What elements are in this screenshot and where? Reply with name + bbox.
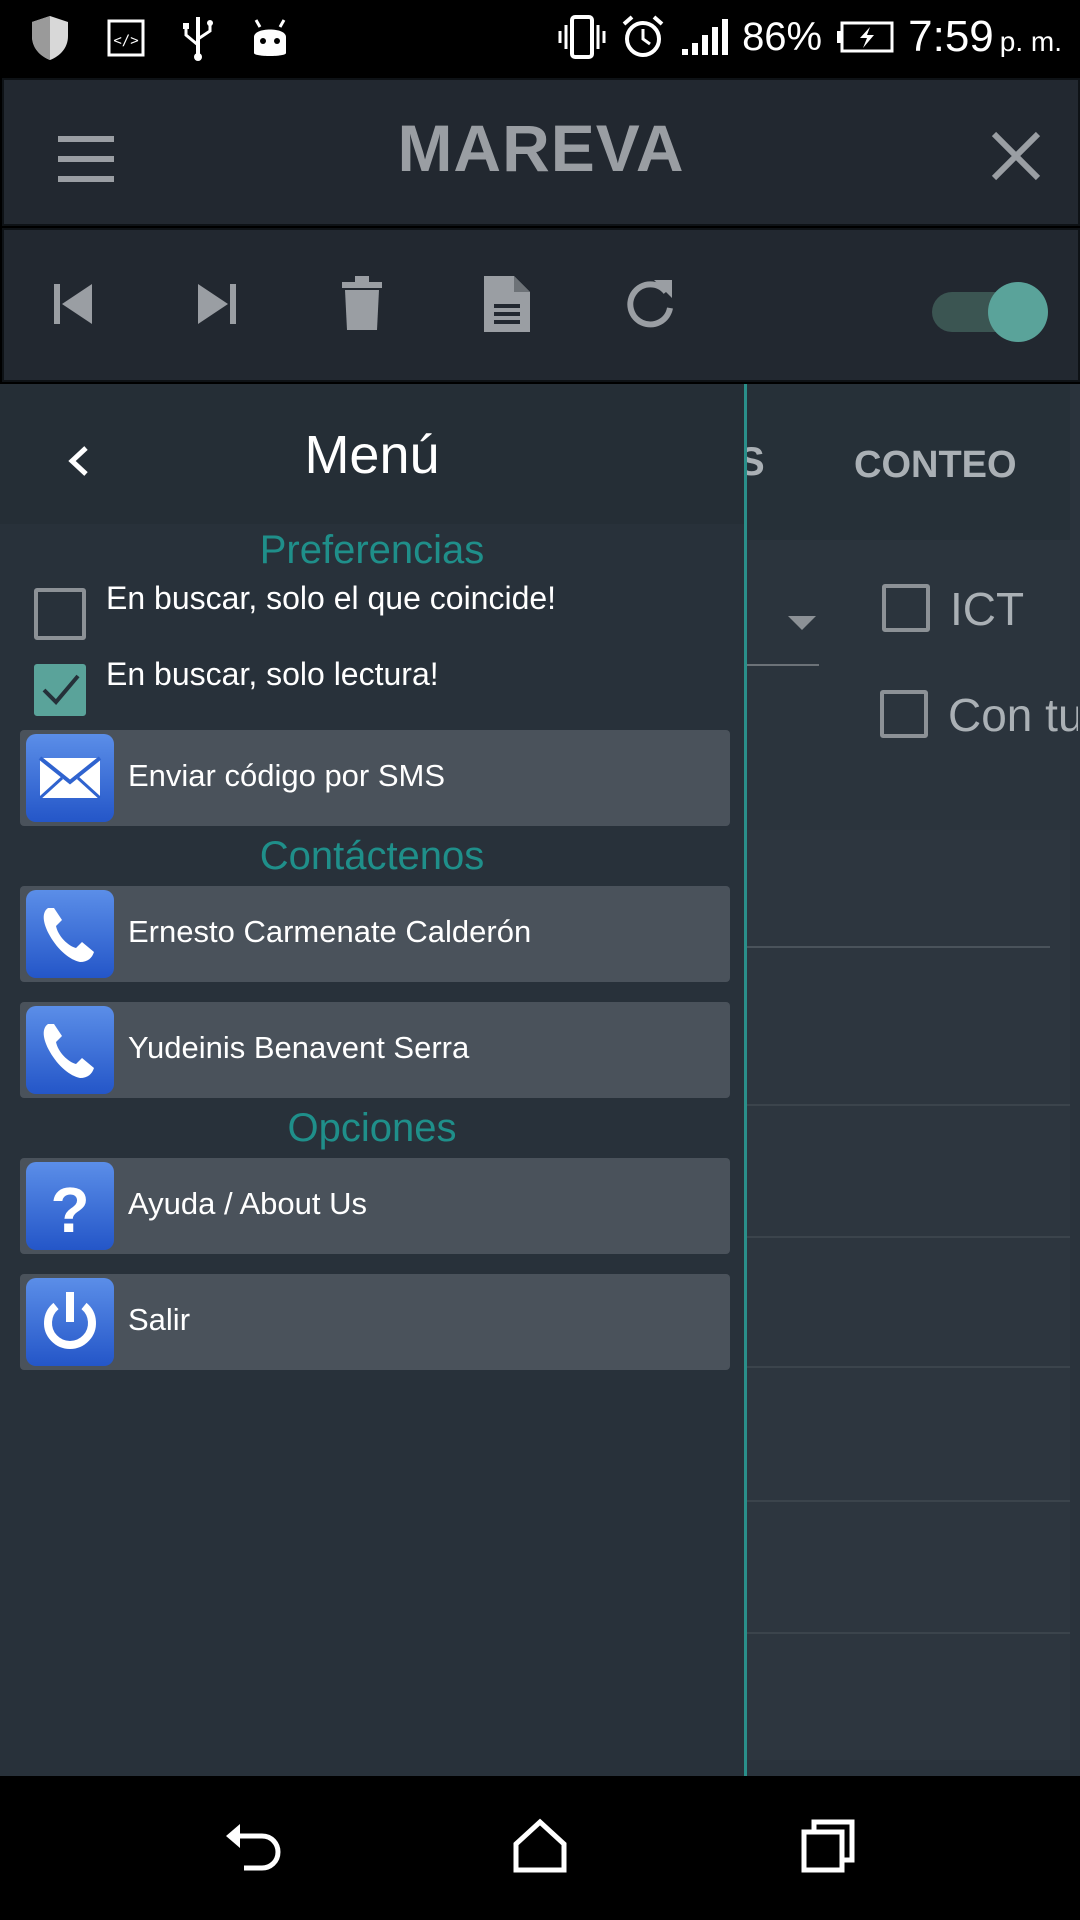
power-icon: [26, 1278, 114, 1366]
clock-ampm: p. m.: [999, 26, 1062, 57]
menu-item-exit[interactable]: Salir: [20, 1274, 730, 1370]
toolbar: [2, 228, 1080, 382]
background-list: [745, 830, 1070, 1760]
status-bar: </> 86% 7:59 p. m.: [0, 0, 1080, 76]
checkbox-label: En buscar, solo el que coincide!: [106, 580, 557, 616]
navigation-drawer: Menú Preferencias En buscar, solo el que…: [0, 384, 747, 1776]
document-icon[interactable]: [482, 274, 532, 334]
menu-item-contact-yudeinis[interactable]: Yudeinis Benavent Serra: [20, 1002, 730, 1098]
checkbox-label: En buscar, solo lectura!: [106, 656, 439, 692]
menu-item-help[interactable]: ? Ayuda / About Us: [20, 1158, 730, 1254]
menu-item-contact-ernesto[interactable]: Ernesto Carmenate Calderón: [20, 886, 730, 982]
recents-icon[interactable]: [800, 1818, 856, 1874]
menu-item-label: Ayuda / About Us: [128, 1186, 367, 1221]
checkmark-icon: [42, 674, 80, 705]
app-bar: MAREVA: [2, 78, 1080, 226]
menu-item-label: Yudeinis Benavent Serra: [128, 1030, 470, 1065]
clock-time: 7:59: [908, 12, 994, 61]
svg-text:</>: </>: [113, 33, 138, 49]
menu-item-label: Ernesto Carmenate Calderón: [128, 914, 532, 949]
list-divider: [745, 1632, 1070, 1634]
dropdown-underline: [745, 664, 819, 666]
ict-checkbox[interactable]: [882, 584, 930, 632]
clock: 7:59 p. m.: [908, 12, 1062, 62]
usb-icon: [183, 17, 213, 61]
phone-icon: [26, 1006, 114, 1094]
drawer-title: Menú: [304, 425, 440, 485]
list-divider: [745, 1366, 1070, 1368]
checkbox-box[interactable]: [34, 588, 86, 640]
shield-icon: [32, 16, 68, 60]
checkbox-only-match[interactable]: En buscar, solo el que coincide!: [34, 580, 556, 640]
alarm-icon: [622, 15, 664, 57]
skip-next-icon[interactable]: [194, 282, 238, 326]
menu-item-label: Salir: [128, 1302, 191, 1337]
close-icon[interactable]: [988, 128, 1044, 184]
mode-toggle[interactable]: [932, 282, 1048, 342]
drawer-header: Menú: [0, 384, 744, 524]
vibrate-icon: [558, 15, 606, 59]
help-icon: ?: [26, 1162, 114, 1250]
section-preferences: Preferencias: [259, 528, 485, 572]
refresh-icon[interactable]: [624, 278, 676, 330]
system-nav-bar: [0, 1776, 1080, 1920]
tab-conteo[interactable]: CONTEO: [854, 444, 1017, 487]
trash-icon[interactable]: [340, 276, 384, 332]
list-divider: [745, 1104, 1070, 1106]
app-title: MAREVA: [397, 111, 685, 185]
list-divider: [745, 946, 1050, 948]
envelope-icon: [26, 734, 114, 822]
checkbox-read-only[interactable]: En buscar, solo lectura!: [34, 656, 439, 716]
phone-icon: [26, 890, 114, 978]
signal-icon: [682, 19, 729, 55]
skip-previous-icon[interactable]: [52, 282, 96, 326]
section-contact: Contáctenos: [259, 834, 485, 878]
section-options: Opciones: [287, 1106, 457, 1150]
svg-text:?: ?: [50, 1174, 89, 1246]
toggle-thumb: [988, 282, 1048, 342]
code-icon: </>: [107, 19, 145, 57]
con-tu-checkbox[interactable]: [880, 690, 928, 738]
battery-charging-icon: [837, 21, 894, 53]
con-tu-checkbox-label: Con tu: [948, 689, 1078, 741]
ict-checkbox-label: ICT: [950, 583, 1025, 635]
list-divider: [745, 1236, 1070, 1238]
android-icon: [254, 19, 286, 56]
checkbox-box-checked[interactable]: [34, 664, 86, 716]
home-icon[interactable]: [512, 1818, 568, 1874]
dropdown-arrow-icon[interactable]: [788, 616, 816, 630]
menu-item-sms[interactable]: Enviar código por SMS: [20, 730, 730, 826]
back-icon[interactable]: [224, 1818, 284, 1874]
battery-percent: 86%: [742, 14, 823, 59]
menu-item-label: Enviar código por SMS: [128, 758, 446, 793]
list-divider: [745, 1500, 1070, 1502]
